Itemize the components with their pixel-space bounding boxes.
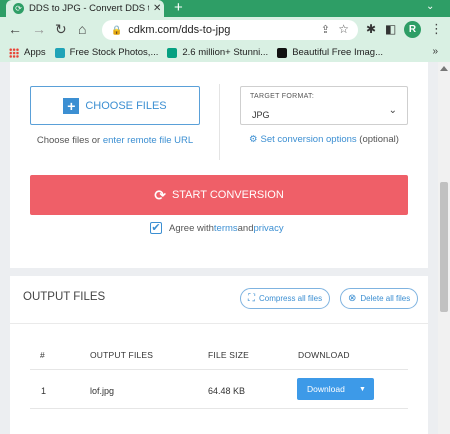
bookmark-stunning-images[interactable]: 2.6 million+ Stunni...: [167, 47, 268, 58]
plus-icon: +: [63, 97, 80, 114]
bookmarks-bar: Apps Free Stock Photos,... 2.6 million+ …: [0, 43, 450, 62]
new-tab-button[interactable]: +: [174, 0, 183, 16]
site-favicon-icon: ⟳: [13, 3, 24, 14]
delete-all-label: Delete all files: [360, 294, 411, 303]
table-row-divider: [30, 408, 408, 409]
browser-tab[interactable]: ⟳ DDS to JPG - Convert DDS to JPG ✕: [6, 0, 164, 17]
row-file-size: 64.48 KB: [208, 386, 246, 396]
download-button[interactable]: Download ▼: [297, 378, 374, 400]
tab-title: DDS to JPG - Convert DDS to JPG: [29, 3, 149, 14]
home-icon[interactable]: ⌂: [78, 21, 86, 37]
compress-icon: ⛶: [248, 293, 255, 304]
divider: [10, 323, 428, 324]
agree-row: ✔ Agree with terms and privacy: [150, 222, 284, 234]
back-arrow-icon[interactable]: ←: [8, 21, 22, 37]
profile-avatar[interactable]: R: [404, 21, 421, 38]
bookmark-label: Beautiful Free Imag...: [292, 47, 384, 58]
bookmark-apps[interactable]: Apps: [9, 47, 46, 58]
tab-close-icon[interactable]: ✕: [153, 3, 161, 14]
column-header-output-files: OUTPUT FILES: [90, 350, 154, 360]
choose-files-button[interactable]: + CHOOSE FILES: [30, 86, 200, 125]
page-scrollbar[interactable]: [438, 62, 450, 434]
close-circle-icon: ⊗: [348, 293, 357, 304]
target-format-select[interactable]: TARGET FORMAT: JPG ⌄: [240, 86, 408, 125]
apps-grid-icon: [9, 47, 19, 58]
row-file-name: lof.jpg: [90, 386, 115, 396]
bookmark-label: Free Stock Photos,...: [69, 47, 159, 58]
bookmark-favicon-icon: [277, 47, 288, 58]
side-panel-icon[interactable]: ◧: [385, 22, 396, 36]
bookmark-free-stock-photos[interactable]: Free Stock Photos,...: [54, 47, 159, 58]
caret-down-icon[interactable]: ▼: [353, 386, 366, 393]
compress-all-button[interactable]: ⛶ Compress all files: [240, 288, 331, 309]
extensions-puzzle-icon[interactable]: ✱: [366, 22, 376, 36]
conversion-options-link[interactable]: Set conversion options: [261, 134, 357, 145]
bookmark-label: Apps: [24, 47, 46, 58]
converter-card: + CHOOSE FILES Choose files or enter rem…: [10, 62, 428, 268]
delete-all-button[interactable]: ⊗ Delete all files: [340, 288, 419, 309]
gear-icon: ⚙: [249, 134, 258, 145]
browser-menu-icon[interactable]: ⋮: [430, 21, 443, 37]
output-files-title: OUTPUT FILES: [23, 291, 106, 303]
agree-and: and: [237, 222, 254, 234]
privacy-link[interactable]: privacy: [254, 223, 284, 234]
column-header-download: DOWNLOAD: [298, 350, 350, 360]
choose-files-label: CHOOSE FILES: [85, 99, 167, 112]
start-conversion-button[interactable]: ⟳ START CONVERSION: [30, 175, 408, 215]
conversion-options: ⚙ Set conversion options (optional): [249, 134, 399, 145]
scrollbar-thumb[interactable]: [440, 182, 448, 312]
remote-url-link[interactable]: enter remote file URL: [103, 135, 193, 146]
table-header-divider: [30, 369, 408, 370]
sync-icon: ⟳: [154, 186, 166, 203]
forward-arrow-icon[interactable]: →: [32, 21, 46, 37]
start-conversion-label: START CONVERSION: [171, 189, 284, 201]
compress-all-label: Compress all files: [259, 294, 323, 303]
choose-hint-text: Choose files or: [36, 135, 103, 146]
conversion-options-suffix: (optional): [356, 134, 399, 145]
chevron-down-icon: ⌄: [388, 105, 397, 116]
row-index: 1: [41, 386, 47, 396]
target-format-label: TARGET FORMAT:: [250, 93, 315, 100]
address-url[interactable]: cdkm.com/dds-to-jpg: [128, 24, 230, 36]
agree-checkbox[interactable]: ✔: [150, 222, 162, 234]
column-divider: [219, 84, 220, 160]
address-bar[interactable]: 🔒 cdkm.com/dds-to-jpg ⇪ ☆: [102, 20, 358, 40]
bookmark-beautiful-free-images[interactable]: Beautiful Free Imag...: [277, 47, 383, 58]
target-format-value: JPG: [252, 110, 270, 120]
bookmark-favicon-icon: [167, 47, 178, 58]
terms-link[interactable]: terms: [214, 223, 238, 234]
bookmarks-overflow-icon[interactable]: »: [432, 46, 438, 57]
tab-strip: ⟳ DDS to JPG - Convert DDS to JPG ✕ + ⌄: [0, 0, 450, 17]
download-label: Download: [307, 384, 345, 394]
column-header-index: #: [40, 350, 45, 360]
browser-toolbar: ← → ↻ ⌂ 🔒 cdkm.com/dds-to-jpg ⇪ ☆ ✱ ◧ R …: [0, 17, 450, 43]
column-header-file-size: FILE SIZE: [208, 350, 250, 360]
bookmark-star-icon[interactable]: ☆: [338, 22, 349, 36]
choose-files-hint: Choose files or enter remote file URL: [30, 135, 200, 146]
reload-icon[interactable]: ↻: [55, 21, 67, 37]
agree-prefix: Agree with: [169, 222, 214, 234]
share-icon[interactable]: ⇪: [321, 23, 330, 36]
bookmark-label: 2.6 million+ Stunni...: [182, 47, 269, 58]
bookmark-favicon-icon: [54, 47, 65, 58]
lock-icon[interactable]: 🔒: [111, 25, 122, 36]
tab-search-icon[interactable]: ⌄: [426, 1, 434, 12]
page-content: + CHOOSE FILES Choose files or enter rem…: [0, 62, 438, 434]
scroll-up-arrow-icon[interactable]: [440, 66, 448, 71]
output-files-card: OUTPUT FILES ⛶ Compress all files ⊗ Dele…: [10, 276, 428, 434]
